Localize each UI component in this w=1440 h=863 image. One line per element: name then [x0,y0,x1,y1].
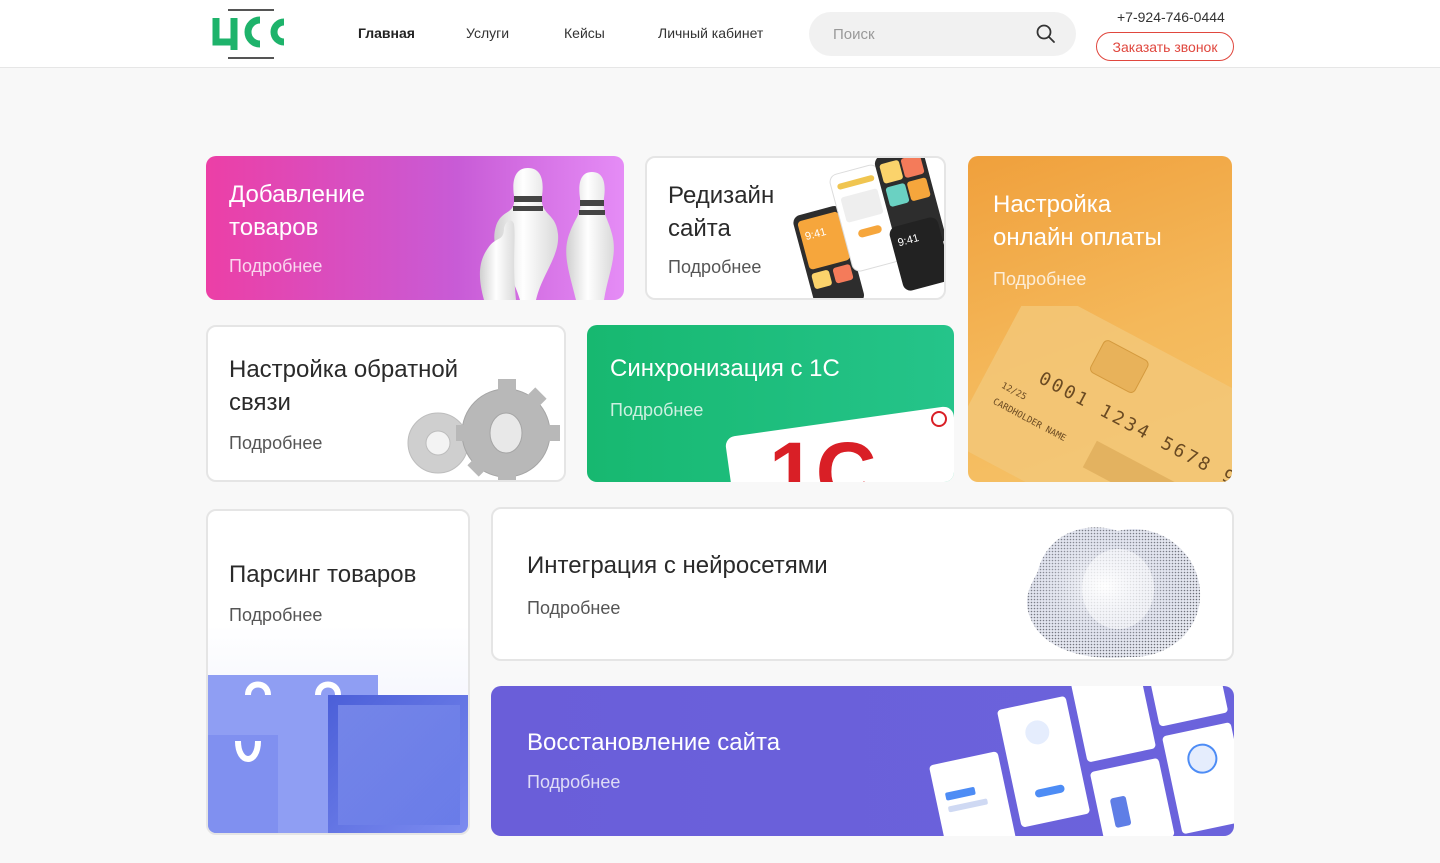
card-title: Редизайн сайта [668,182,775,242]
phone-mockups-icon: 9:41 9:41 [793,158,944,298]
card-more-link[interactable]: Подробнее [229,605,322,626]
card-parsing[interactable]: Парсинг товаров Подробнее [206,509,470,835]
nav-account[interactable]: Личный кабинет [658,25,763,41]
card-more-link[interactable]: Подробнее [229,433,322,454]
card-redesign[interactable]: Редизайн сайта Подробнее 9:41 9:41 [645,156,946,300]
neural-sphere-icon [1026,527,1201,658]
1c-logo-icon: 1С [725,406,954,482]
order-call-button[interactable]: Заказать звонок [1096,32,1234,61]
search-icon[interactable] [1036,24,1056,44]
card-title: Настройка онлайн оплаты [993,191,1162,251]
card-feedback-setup[interactable]: Настройка обратной связи Подробнее [206,325,566,482]
card-title: Синхронизация с 1С [610,355,840,382]
nav-home[interactable]: Главная [358,25,415,41]
nav-services[interactable]: Услуги [466,25,509,41]
card-1c-sync[interactable]: Синхронизация с 1С Подробнее 1С [587,325,954,482]
site-header: Главная Услуги Кейсы Личный кабинет +7-9… [0,0,1440,68]
nav-cases[interactable]: Кейсы [564,25,605,41]
search-box [809,12,1076,56]
shopping-bags-icon [208,625,468,833]
card-title: Интеграция с нейросетями [527,552,828,579]
card-more-link[interactable]: Подробнее [527,772,620,793]
card-site-restore[interactable]: Восстановление сайта Подробнее [491,686,1234,836]
search-input[interactable] [833,24,1033,44]
card-title: Добавление товаров [229,181,365,241]
card-more-link[interactable]: Подробнее [527,598,620,619]
card-more-link[interactable]: Подробнее [610,400,703,421]
bowling-pins-icon [479,168,614,300]
card-title: Парсинг товаров [229,561,417,588]
card-more-link[interactable]: Подробнее [229,256,322,277]
credit-card-icon: 0001 1234 5678 9010 12/25 CARDHOLDER NAM… [968,306,1232,482]
card-title: Восстановление сайта [527,729,781,756]
phone-number[interactable]: +7-924-746-0444 [1117,9,1225,25]
gears-icon [407,379,560,480]
card-more-link[interactable]: Подробнее [993,269,1086,290]
logo-icon[interactable] [212,8,292,60]
card-add-products[interactable]: Добавление товаров Подробнее [206,156,624,300]
card-online-payment[interactable]: Настройка онлайн оплаты Подробнее 0001 1… [968,156,1232,482]
app-screens-icon [929,686,1234,836]
svg-text:1С: 1С [769,425,876,482]
card-neural-integration[interactable]: Интеграция с нейросетями Подробнее [491,507,1234,661]
card-more-link[interactable]: Подробнее [668,257,761,278]
